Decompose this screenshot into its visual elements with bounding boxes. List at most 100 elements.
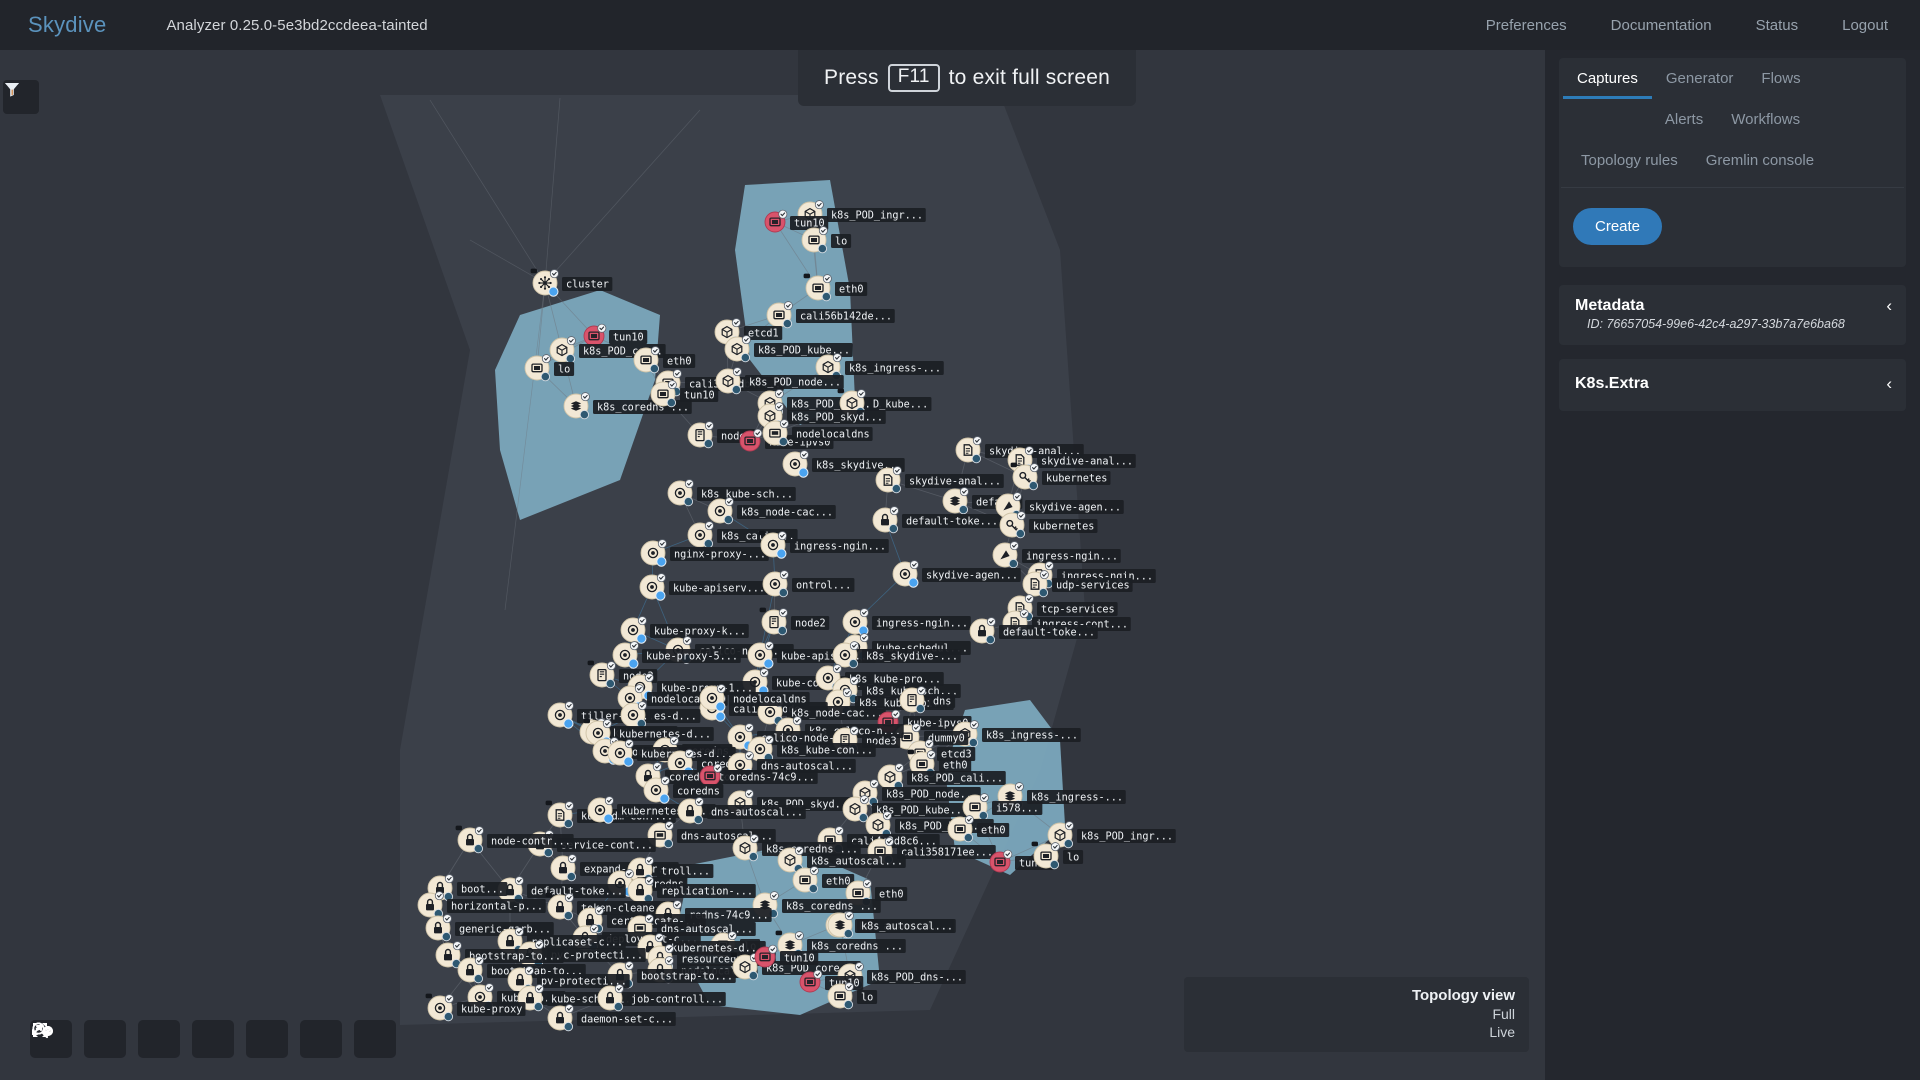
tabs-row-3: Topology rules Gremlin console bbox=[1559, 140, 1906, 181]
node-label: k8s_skydive-... bbox=[866, 652, 958, 663]
node-label: boot... bbox=[461, 885, 504, 896]
graph-toolbar bbox=[30, 1020, 396, 1058]
node-label: default-toke... bbox=[1003, 628, 1095, 639]
node-label: tun10 bbox=[784, 954, 815, 965]
node-label: tcp-services bbox=[1041, 605, 1115, 616]
node-label: eth0 bbox=[981, 826, 1006, 837]
nav-logout[interactable]: Logout bbox=[1842, 17, 1888, 34]
node-label: ontrol... bbox=[796, 581, 851, 592]
topology-view-info: Topology view Full Live bbox=[1184, 977, 1529, 1052]
node-label: ingress-ngin... bbox=[794, 542, 886, 553]
tab-alerts[interactable]: Alerts bbox=[1651, 99, 1717, 140]
node-label: k8s_node-cac... bbox=[741, 508, 833, 519]
node-label: k8s_kube-con... bbox=[781, 746, 873, 757]
node-label: etcd1 bbox=[748, 329, 779, 340]
node-label: lo bbox=[558, 365, 570, 376]
node-label: eth0 bbox=[839, 285, 864, 296]
node-label: coredns bbox=[677, 787, 720, 798]
k8s-extra-collapse-chevron-icon[interactable]: ‹ bbox=[1886, 375, 1892, 392]
node-label: horizontal-p... bbox=[451, 902, 543, 913]
fullscreen-hint-prefix: Press bbox=[824, 65, 879, 89]
node-label: k8s_node-cac... bbox=[791, 709, 883, 720]
node-label: oredns-74c9... bbox=[729, 773, 815, 784]
node-label: skydive-anal... bbox=[1041, 457, 1133, 468]
node-label: cali56b142de... bbox=[800, 312, 892, 323]
tab-flows[interactable]: Flows bbox=[1747, 58, 1814, 99]
nav-status[interactable]: Status bbox=[1756, 17, 1799, 34]
k8s-extra-panel[interactable]: K8s.Extra ‹ bbox=[1559, 359, 1906, 411]
node-label: eth0 bbox=[879, 890, 904, 901]
tab-gremlin-console[interactable]: Gremlin console bbox=[1692, 140, 1828, 181]
node-label: replication-... bbox=[661, 887, 753, 898]
node-label: kube-proxy bbox=[461, 1005, 522, 1016]
node-label: kube-apiserv... bbox=[781, 652, 873, 663]
filter-button[interactable] bbox=[3, 80, 39, 114]
node-label: pvc-protecti... bbox=[551, 951, 643, 962]
brand-logo[interactable]: Skydive bbox=[28, 12, 106, 38]
node-label: k8s_ingress-... bbox=[849, 364, 941, 375]
node-label: cluster bbox=[566, 280, 609, 291]
tab-workflows[interactable]: Workflows bbox=[1717, 99, 1814, 140]
node-label: eth0 bbox=[943, 761, 968, 772]
zoom-out-button[interactable] bbox=[32, 1020, 126, 1058]
metadata-id: ID: 76657054-99e6-42c4-a297-33b7a7e6ba68 bbox=[1587, 317, 1845, 331]
nav-documentation[interactable]: Documentation bbox=[1611, 17, 1712, 34]
node-label: kubernetes bbox=[1046, 474, 1107, 485]
node-label: i578... bbox=[996, 804, 1039, 815]
tabs-row-1: Captures Generator Flows bbox=[1559, 58, 1906, 99]
view-info-scope[interactable]: Full bbox=[1198, 1006, 1515, 1022]
app-version-title: Analyzer 0.25.0-5e3bd2ccdeea-tainted bbox=[166, 16, 428, 34]
node-label: default-toke... bbox=[906, 517, 998, 528]
node-label: k8s_POD_node... bbox=[749, 378, 841, 389]
view-info-mode[interactable]: Live bbox=[1198, 1024, 1515, 1040]
node-label: k8s_POD_skyd... bbox=[791, 413, 883, 424]
create-button[interactable]: Create bbox=[1573, 208, 1663, 245]
tabs-row-2: Alerts Workflows bbox=[1559, 99, 1906, 140]
node-label: k8s_autoscal... bbox=[861, 922, 953, 933]
topology-graph[interactable]: clustertun10k8s_POD_co...loeth0k8s_cored… bbox=[0, 50, 1545, 1080]
expand-all-button[interactable] bbox=[32, 1020, 234, 1058]
right-sidebar: Captures Generator Flows Alerts Workflow… bbox=[1545, 50, 1920, 1080]
fullscreen-hint-suffix: to exit full screen bbox=[948, 65, 1110, 89]
tab-captures[interactable]: Captures bbox=[1563, 58, 1652, 99]
node-label: k8s_POD_cali... bbox=[911, 774, 1003, 785]
node-label: ingress-ngin... bbox=[1026, 552, 1118, 563]
tab-topology-rules[interactable]: Topology rules bbox=[1567, 140, 1692, 181]
topology-canvas[interactable]: cluster tun10 k8s_POD_co... lo eth0 k8s_cored… bbox=[0, 50, 1545, 1080]
node-label: eth0 bbox=[826, 877, 851, 888]
tab-generator[interactable]: Generator bbox=[1652, 58, 1748, 99]
node-label: k8s_kube-sch... bbox=[701, 490, 793, 501]
topology-node[interactable]: lo bbox=[1031, 841, 1084, 870]
zoom-fit-button[interactable] bbox=[33, 1020, 180, 1058]
node-label: lo bbox=[1067, 853, 1079, 864]
node-label: cali358171ee... bbox=[901, 848, 993, 859]
metadata-panel[interactable]: Metadata ID: 76657054-99e6-42c4-a297-33b… bbox=[1559, 285, 1906, 345]
node-label: eth0 bbox=[667, 357, 692, 368]
node-label: skydive-anal... bbox=[909, 477, 1001, 488]
node-label: k8s_POD_ingr... bbox=[1081, 832, 1173, 843]
node-label: k8s_kube-pro... bbox=[849, 675, 941, 686]
node-label: daemon-set-c... bbox=[581, 1015, 673, 1026]
node-label: k8s_POD_ingr... bbox=[831, 211, 923, 222]
node-label: service-cont... bbox=[561, 841, 653, 852]
node-label: kube-apiserv... bbox=[673, 584, 765, 595]
node-label: replicaset-c... bbox=[531, 938, 623, 949]
node-label: job-controll... bbox=[631, 995, 723, 1006]
node-label: es-d... bbox=[654, 712, 697, 723]
collapse-all-button[interactable] bbox=[32, 1020, 288, 1058]
unpin-all-button[interactable] bbox=[33, 1020, 396, 1058]
node-label: kube-proxy-k... bbox=[654, 627, 746, 638]
node-label: pv-protecti... bbox=[541, 977, 627, 988]
k8s-extra-title: K8s.Extra bbox=[1575, 375, 1649, 392]
node-label: node-contr... bbox=[491, 837, 571, 848]
node-label: skydive-agen... bbox=[926, 571, 1018, 582]
metadata-collapse-chevron-icon[interactable]: ‹ bbox=[1886, 297, 1892, 314]
nav-preferences[interactable]: Preferences bbox=[1486, 17, 1567, 34]
node-label: k8s_ingress-... bbox=[986, 731, 1078, 742]
node-label: k8s_autoscal... bbox=[811, 857, 903, 868]
node-label: k8s_coredns ... bbox=[811, 942, 903, 953]
topology-node[interactable]: k8s_POD_ingr... bbox=[1047, 821, 1176, 849]
pin-all-button[interactable] bbox=[33, 1020, 342, 1058]
captures-panel: Captures Generator Flows Alerts Workflow… bbox=[1559, 58, 1906, 267]
node-label: nodelocaldns bbox=[796, 430, 870, 441]
